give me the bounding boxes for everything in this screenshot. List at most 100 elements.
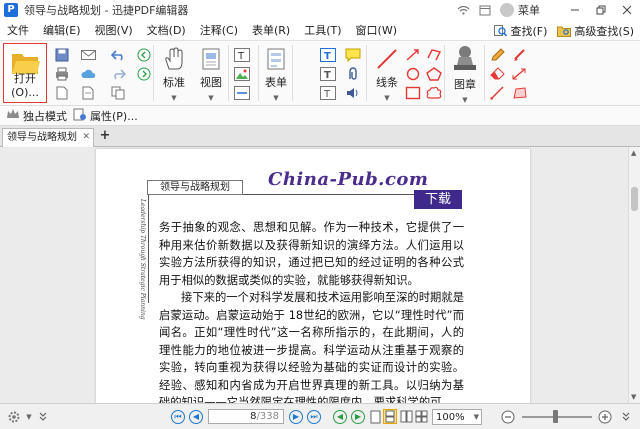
zoom-slider-thumb[interactable] xyxy=(553,410,558,423)
document-tab[interactable]: 领导与战略规划 ✕ xyxy=(2,128,94,147)
view-tool-button[interactable]: 视图 ▼ xyxy=(195,45,227,103)
properties-button[interactable]: 属性(P)... xyxy=(73,108,138,124)
print-icon[interactable] xyxy=(54,66,70,82)
sound-icon[interactable] xyxy=(345,85,361,101)
previous-page-button[interactable]: ◀ xyxy=(188,409,204,424)
double-chevron-icon[interactable] xyxy=(620,409,632,424)
download-badge[interactable]: 下载 xyxy=(414,190,462,209)
document-tab-label: 领导与战略规划 xyxy=(7,132,77,143)
zoom-out-button[interactable] xyxy=(500,409,516,424)
scrollbar-thumb[interactable] xyxy=(631,187,638,211)
svg-text:T: T xyxy=(323,89,331,100)
user-menu-label[interactable]: 菜单 xyxy=(518,2,540,18)
undo-icon[interactable] xyxy=(110,47,126,63)
paragraph: 接下来的一个对科学发展和技术运用影响至深的时期就是启蒙运动。启蒙运动始于 18世… xyxy=(159,291,464,403)
text-tool-icon[interactable]: T xyxy=(234,47,250,63)
user-avatar[interactable] xyxy=(500,3,514,17)
title-bar: P 领导与战略规划 - 迅捷PDF编辑器 菜单 xyxy=(0,0,640,20)
margin-rule xyxy=(148,195,149,303)
image-tool-icon[interactable] xyxy=(234,66,250,82)
arrow-tool-icon[interactable] xyxy=(405,47,421,63)
measure-icon[interactable] xyxy=(490,85,506,101)
title-bar-controls: 菜单 xyxy=(456,0,640,20)
form-tool-button[interactable]: 表单 ▼ xyxy=(262,45,290,103)
menu-edit[interactable]: 编辑(E) xyxy=(36,20,88,41)
first-page-button[interactable]: ⏮ xyxy=(170,409,186,424)
svg-text:T: T xyxy=(324,70,331,81)
advanced-search-label: 高级查找(S) xyxy=(574,24,634,38)
continuous-view-icon[interactable] xyxy=(383,409,397,424)
menu-view[interactable]: 视图(V) xyxy=(88,20,140,41)
wifi-icon[interactable] xyxy=(456,3,470,17)
continuous-facing-icon[interactable] xyxy=(414,409,428,424)
page-icon[interactable] xyxy=(80,85,96,101)
copy-icon[interactable] xyxy=(110,85,126,101)
facing-view-icon[interactable] xyxy=(399,409,413,424)
menu-comment[interactable]: 注释(C) xyxy=(193,20,245,41)
cloud-icon[interactable] xyxy=(80,66,96,82)
document-canvas[interactable]: 领导与战略规划 China-Pub.com 下载 Leadership Thro… xyxy=(0,147,640,403)
email-icon[interactable] xyxy=(80,47,96,63)
save-icon[interactable] xyxy=(54,47,70,63)
nav-back-icon[interactable] xyxy=(136,47,152,63)
settings-icon[interactable] xyxy=(5,409,23,424)
rectangle-tool-icon[interactable] xyxy=(405,85,421,101)
pentagon-tool-icon[interactable] xyxy=(426,66,442,82)
ribbon-separator xyxy=(484,45,485,101)
single-page-view-icon[interactable] xyxy=(368,409,382,424)
distance-icon[interactable] xyxy=(512,66,528,82)
search-button[interactable]: 查找(F) xyxy=(494,23,547,39)
nav-forward-icon[interactable] xyxy=(136,66,152,82)
polygon-line-icon[interactable] xyxy=(426,47,442,63)
document-icon[interactable] xyxy=(54,85,70,101)
menu-form[interactable]: 表单(R) xyxy=(245,20,297,41)
restore-button[interactable] xyxy=(588,0,614,20)
total-pages: /338 xyxy=(256,411,279,422)
line-tool-button[interactable]: 线条 ▼ xyxy=(372,45,402,103)
last-page-button[interactable]: ⏭ xyxy=(306,409,322,424)
menu-window[interactable]: 窗口(W) xyxy=(349,20,404,41)
advanced-search-button[interactable]: 高级查找(S) xyxy=(557,23,634,39)
exclusive-mode-button[interactable]: 独占模式 xyxy=(6,108,67,124)
callout-icon[interactable]: T xyxy=(320,85,336,101)
open-button[interactable]: 打开(O)... xyxy=(3,43,47,103)
eraser-icon[interactable] xyxy=(490,66,506,82)
history-back-button[interactable]: ◀ xyxy=(332,409,348,424)
zoom-select[interactable]: 100% ▼ xyxy=(432,409,482,425)
chevron-down-icon[interactable]: ▼ xyxy=(24,409,34,424)
next-page-button[interactable]: ▶ xyxy=(288,409,304,424)
double-chevron-icon[interactable] xyxy=(38,409,48,424)
circle-tool-icon[interactable] xyxy=(405,66,421,82)
menu-tools[interactable]: 工具(T) xyxy=(297,20,348,41)
page-number-field[interactable]: 8 /338 xyxy=(208,409,284,424)
chevron-down-icon: ▼ xyxy=(384,94,390,102)
area-measure-icon[interactable] xyxy=(512,85,528,101)
menu-file[interactable]: 文件 xyxy=(0,20,36,41)
attachment-icon[interactable] xyxy=(345,66,361,82)
sticky-note-icon[interactable] xyxy=(345,47,361,63)
window-icon[interactable] xyxy=(478,3,492,17)
menu-document[interactable]: 文档(D) xyxy=(140,20,193,41)
chevron-down-icon: ▼ xyxy=(462,96,468,104)
link-tool-icon[interactable] xyxy=(234,85,250,101)
redo-icon[interactable] xyxy=(110,66,126,82)
history-forward-button[interactable]: ▶ xyxy=(350,409,366,424)
textbox-icon[interactable]: T xyxy=(320,66,336,82)
scroll-up-icon[interactable]: ▲ xyxy=(631,149,636,157)
stamp-tool-button[interactable]: 图章 ▼ xyxy=(447,43,483,104)
minimize-button[interactable] xyxy=(562,0,588,20)
ribbon-toolbar: 打开(O)... 标准 ▼ 视图 ▼ T 表单 ▼ T T T 线条 ▼ 图章 … xyxy=(0,41,640,106)
typewriter-icon[interactable]: T xyxy=(320,47,336,63)
standard-tool-button[interactable]: 标准 ▼ xyxy=(158,45,190,103)
add-tab-button[interactable]: + xyxy=(98,129,112,143)
pdf-page[interactable]: 领导与战略规划 China-Pub.com 下载 Leadership Thro… xyxy=(96,149,530,403)
zoom-in-button[interactable] xyxy=(597,409,613,424)
highlight-area-icon[interactable] xyxy=(512,47,528,63)
close-button[interactable] xyxy=(614,0,640,20)
close-icon[interactable]: ✕ xyxy=(82,129,90,146)
vertical-scrollbar[interactable]: ▲ ▼ xyxy=(628,147,640,403)
cloud-shape-icon[interactable] xyxy=(426,85,442,101)
pencil-icon[interactable] xyxy=(490,47,506,63)
ribbon-separator xyxy=(258,45,259,101)
scroll-down-icon[interactable]: ▼ xyxy=(631,393,636,401)
